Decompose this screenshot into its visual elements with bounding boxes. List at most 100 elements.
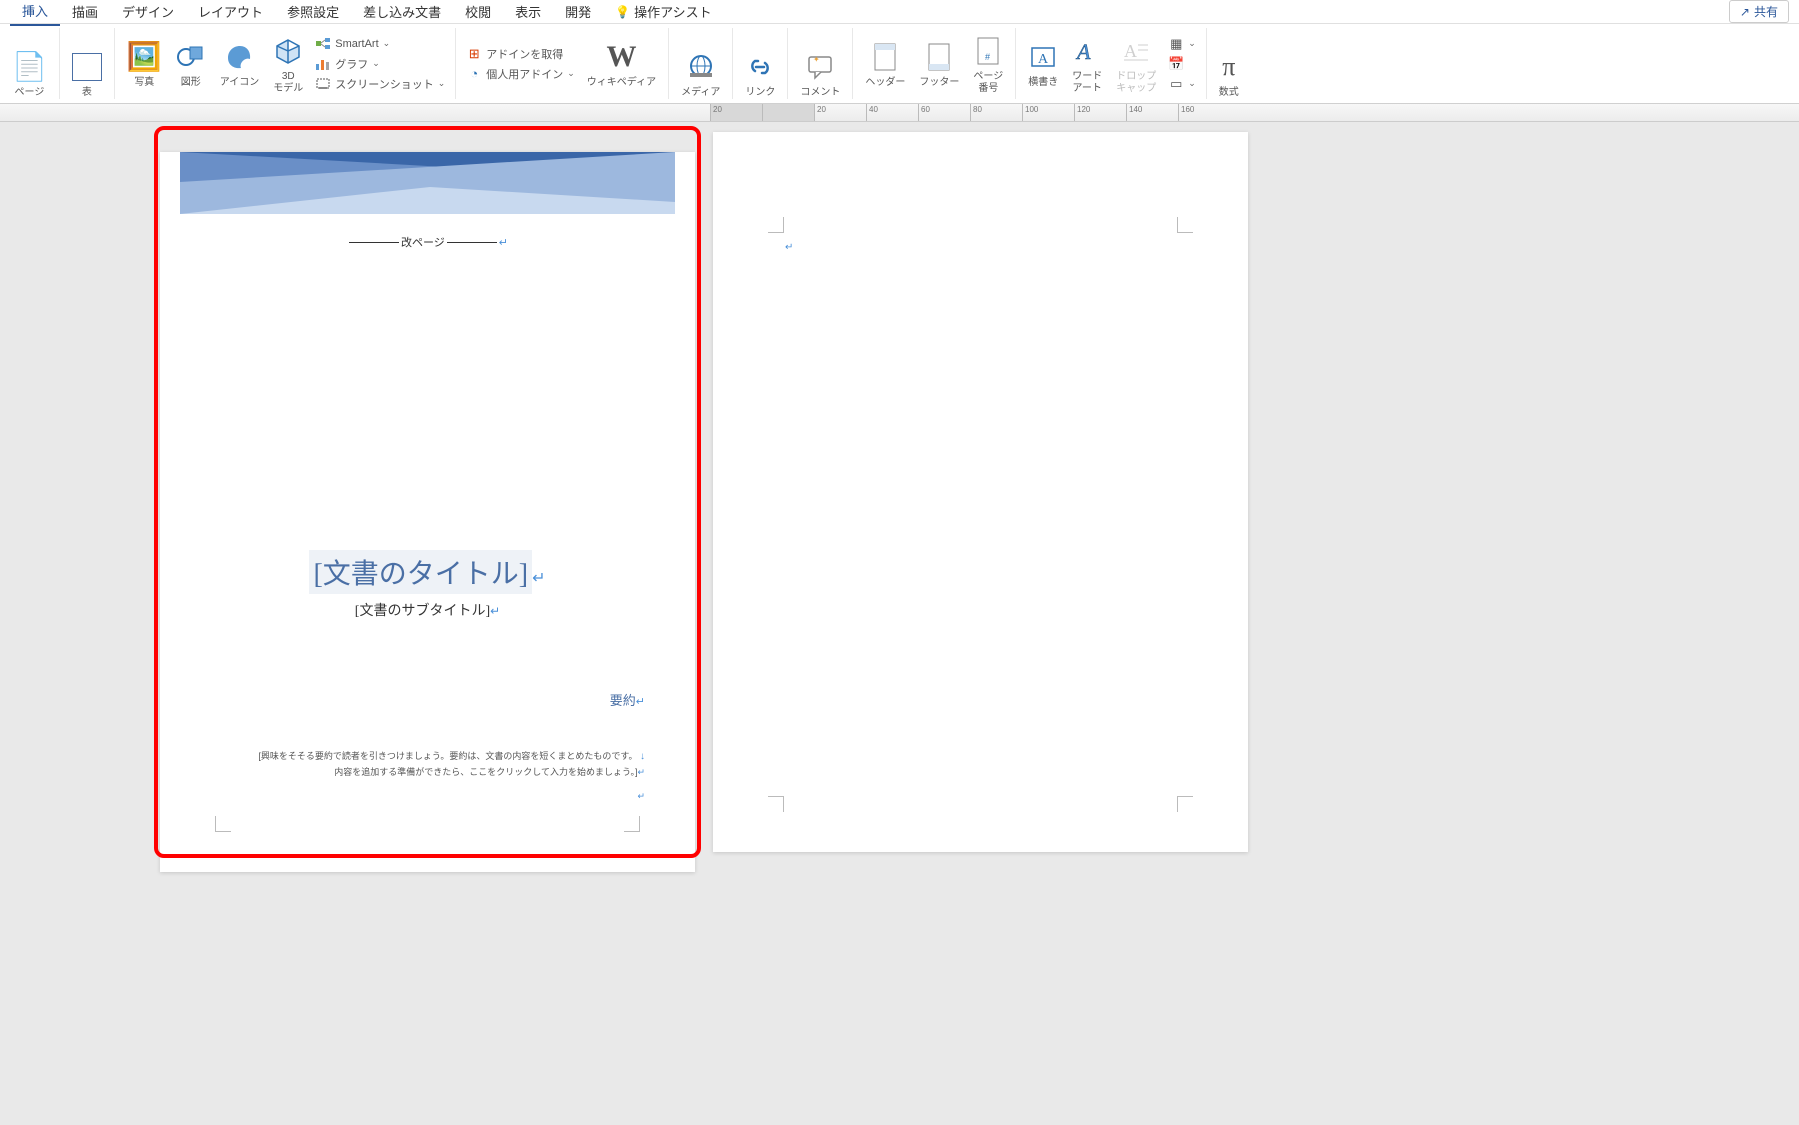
parts-icon: ▦: [1168, 36, 1184, 52]
svg-text:✦: ✦: [813, 55, 820, 64]
my-addins-button[interactable]: ◔ 個人用アドイン ⌄: [464, 65, 577, 83]
screenshot-button[interactable]: スクリーンショット ⌄: [313, 75, 447, 93]
tab-review[interactable]: 校閲: [453, 0, 503, 25]
tab-view[interactable]: 表示: [503, 0, 553, 25]
svg-text:A: A: [1075, 39, 1091, 64]
date-time-button[interactable]: 📅: [1166, 55, 1198, 73]
chevron-down-icon: ⌄: [1188, 78, 1196, 89]
group-media: メディア: [669, 28, 733, 99]
quick-parts-button[interactable]: ▦⌄: [1166, 35, 1198, 53]
equation-icon: π: [1222, 49, 1235, 85]
share-button[interactable]: ↗ 共有: [1729, 0, 1789, 23]
text-box-icon: A: [1029, 39, 1057, 75]
document-subtitle-placeholder[interactable]: [文書のサブタイトル]↵: [160, 600, 695, 620]
lightbulb-icon: 💡: [615, 5, 630, 19]
group-illustrations: 🖼️ 写真 図形 アイコン 3D モデル: [115, 28, 456, 99]
group-links: リンク: [733, 28, 788, 99]
header-button[interactable]: ヘッダー: [861, 39, 909, 89]
icons-button[interactable]: アイコン: [216, 39, 264, 89]
svg-text:A: A: [1124, 41, 1137, 61]
link-button[interactable]: リンク: [741, 49, 779, 99]
smartart-label: SmartArt: [335, 38, 378, 50]
drop-cap-button[interactable]: A ドロップ キャップ: [1112, 33, 1160, 95]
get-addins-label: アドインを取得: [486, 46, 563, 62]
shapes-button[interactable]: 図形: [172, 39, 210, 89]
tab-design[interactable]: デザイン: [110, 0, 186, 25]
ribbon-tabs: 挿入 描画 デザイン レイアウト 参照設定 差し込み文書 校閲 表示 開発 💡 …: [0, 0, 1799, 24]
media-icon: [686, 49, 716, 85]
table-button[interactable]: 表: [68, 49, 106, 99]
wordart-button[interactable]: A ワード アート: [1068, 33, 1106, 95]
paragraph-mark-icon: ↵: [499, 236, 508, 249]
tab-insert[interactable]: 挿入: [10, 0, 60, 26]
wikipedia-button[interactable]: W ウィキペディア: [583, 39, 660, 89]
addin-icon: ◔: [466, 66, 482, 82]
cover-page-banner: [180, 152, 675, 214]
chevron-down-icon: ⌄: [438, 78, 446, 89]
comment-icon: ✦: [805, 49, 835, 85]
margin-guide-icon: [215, 816, 231, 832]
wordart-icon: A: [1073, 33, 1101, 69]
object-button[interactable]: ▭⌄: [1166, 75, 1198, 93]
document-page-1[interactable]: 改ページ ↵ [文書のタイトル]↵ [文書のサブタイトル]↵ 要約↵ [興味をそ…: [160, 152, 695, 872]
paragraph-mark-icon: ↵: [636, 696, 645, 708]
footer-button[interactable]: フッター: [915, 39, 963, 89]
document-workspace: 20 20 40 60 80 100 120 140 160: [0, 104, 1799, 1125]
chevron-down-icon: ⌄: [1188, 38, 1196, 49]
tab-developer[interactable]: 開発: [553, 0, 603, 25]
header-icon: [872, 39, 898, 75]
link-icon: [745, 49, 775, 85]
document-title-placeholder[interactable]: [文書のタイトル]: [309, 550, 532, 594]
chart-icon: [315, 56, 331, 72]
sticker-icon: [225, 39, 255, 75]
horizontal-ruler[interactable]: 20 20 40 60 80 100 120 140 160: [0, 104, 1799, 122]
my-addins-label: 個人用アドイン: [486, 66, 563, 82]
page-break-indicator: 改ページ ↵: [160, 234, 695, 250]
comment-button[interactable]: ✦ コメント: [796, 49, 844, 99]
store-icon: ⊞: [466, 46, 482, 62]
table-icon: [72, 49, 102, 85]
text-box-button[interactable]: A 横書き: [1024, 39, 1062, 89]
page-icon: 📄: [12, 49, 47, 85]
media-button[interactable]: メディア: [677, 49, 724, 99]
group-pages: 📄 ページ: [0, 28, 60, 99]
group-table: 表: [60, 28, 115, 99]
get-addins-button[interactable]: ⊞ アドインを取得: [464, 45, 577, 63]
chevron-down-icon: ⌄: [372, 58, 380, 69]
summary-heading[interactable]: 要約↵: [160, 690, 645, 709]
group-symbols: π 数式: [1207, 28, 1251, 99]
screenshot-icon: [315, 76, 331, 92]
wikipedia-icon: W: [606, 39, 636, 75]
group-header-footer: ヘッダー フッター # ページ 番号: [853, 28, 1016, 99]
tab-references[interactable]: 参照設定: [275, 0, 351, 25]
drop-cap-icon: A: [1122, 33, 1150, 69]
3d-models-button[interactable]: 3D モデル: [269, 33, 307, 95]
page-number-button[interactable]: # ページ 番号: [969, 33, 1007, 95]
chevron-down-icon: ⌄: [567, 68, 575, 79]
margin-guide-icon: [768, 217, 784, 233]
tab-tell-me[interactable]: 💡 操作アシスト: [603, 0, 723, 25]
group-addins: ⊞ アドインを取得 ◔ 個人用アドイン ⌄ W ウィキペディア: [456, 28, 669, 99]
cover-page-button[interactable]: 📄 ページ: [8, 49, 51, 99]
object-icon: ▭: [1168, 76, 1184, 92]
equation-button[interactable]: π 数式: [1215, 49, 1243, 99]
smartart-button[interactable]: SmartArt ⌄: [313, 35, 447, 53]
margin-guide-icon: [1177, 796, 1193, 812]
ribbon-toolbar: 📄 ページ 表 🖼️ 写真 図形 アイコ: [0, 24, 1799, 104]
tab-draw[interactable]: 描画: [60, 0, 110, 25]
summary-placeholder[interactable]: [興味をそそる要約で読者を引きつけましょう。要約は、文書の内容を短くまとめたもの…: [210, 749, 645, 804]
document-page-2[interactable]: ↵: [713, 132, 1248, 852]
tab-layout[interactable]: レイアウト: [186, 0, 275, 25]
chart-button[interactable]: グラフ ⌄: [313, 55, 447, 73]
tab-mailings[interactable]: 差し込み文書: [351, 0, 453, 25]
paragraph-mark-icon: ↵: [637, 767, 645, 777]
share-label: 共有: [1754, 3, 1778, 20]
svg-text:#: #: [985, 52, 990, 62]
paragraph-mark-icon: ↵: [490, 604, 500, 618]
screenshot-label: スクリーンショット: [335, 76, 433, 92]
page-number-icon: #: [975, 33, 1001, 69]
pictures-button[interactable]: 🖼️ 写真: [123, 39, 166, 89]
line-break-icon: ↓: [640, 751, 645, 762]
paragraph-mark-icon: ↵: [532, 570, 545, 587]
margin-guide-icon: [768, 796, 784, 812]
